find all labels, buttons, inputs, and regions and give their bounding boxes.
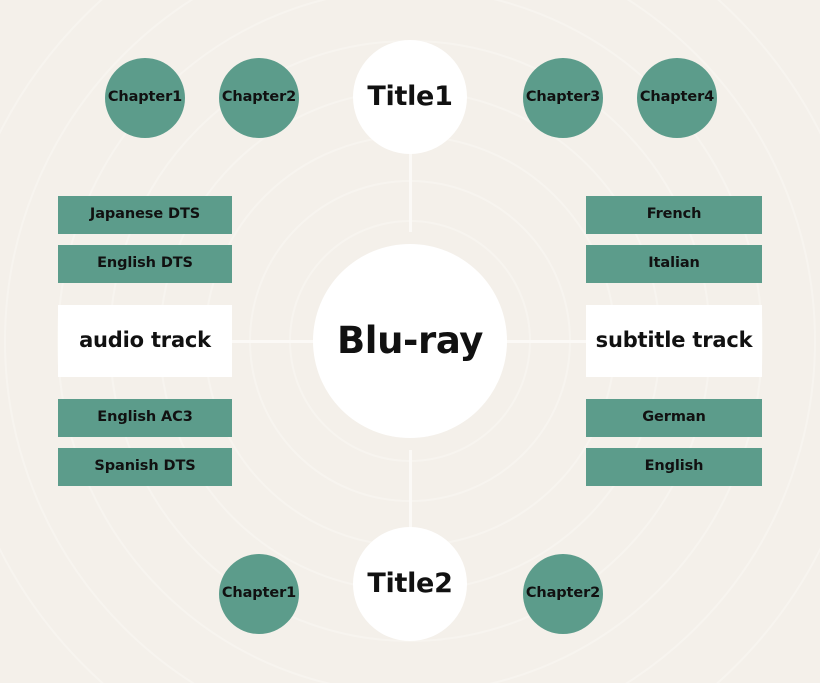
subtitle-track-item-french[interactable]: French — [586, 196, 762, 234]
connector-hub-title1 — [408, 150, 412, 232]
subtitle-track-item-english[interactable]: English — [586, 448, 762, 486]
connector-hub-audio-track — [228, 339, 318, 343]
title-node-label: Title1 — [367, 81, 453, 113]
chapter-node-label: Chapter4 — [639, 89, 715, 106]
subtitle-track-item-label: English — [644, 458, 704, 475]
title-node-title1[interactable]: Title1 — [353, 40, 467, 154]
audio-track-item-label: Japanese DTS — [89, 206, 201, 223]
subtitle-track-label: subtitle track — [595, 328, 753, 353]
chapter-node-title2-chapter1[interactable]: Chapter1 — [219, 554, 299, 634]
hub-node-bluray[interactable]: Blu-ray — [313, 244, 507, 438]
connector-hub-title2 — [408, 450, 412, 532]
chapter-node-title1-chapter2[interactable]: Chapter2 — [219, 58, 299, 138]
chapter-node-title1-chapter3[interactable]: Chapter3 — [523, 58, 603, 138]
connector-hub-subtitle-track — [502, 339, 592, 343]
audio-track-item-spanish-dts[interactable]: Spanish DTS — [58, 448, 232, 486]
audio-track-item-japanese-dts[interactable]: Japanese DTS — [58, 196, 232, 234]
audio-track-item-label: English DTS — [97, 255, 193, 272]
chapter-node-title2-chapter2[interactable]: Chapter2 — [523, 554, 603, 634]
audio-track-item-english-dts[interactable]: English DTS — [58, 245, 232, 283]
bluray-structure-diagram: Blu-ray Title1 Chapter1 Chapter2 Chapter… — [0, 0, 820, 683]
audio-track-label-box[interactable]: audio track — [58, 305, 232, 377]
audio-track-item-english-ac3[interactable]: English AC3 — [58, 399, 232, 437]
audio-track-label: audio track — [79, 328, 211, 353]
chapter-node-label: Chapter3 — [525, 89, 601, 106]
subtitle-track-item-label: French — [646, 206, 702, 223]
audio-track-item-label: English AC3 — [97, 409, 193, 426]
chapter-node-label: Chapter1 — [221, 585, 297, 602]
hub-label: Blu-ray — [337, 318, 483, 362]
audio-track-item-label: Spanish DTS — [94, 458, 196, 475]
chapter-node-label: Chapter2 — [525, 585, 601, 602]
subtitle-track-item-label: Italian — [648, 255, 700, 272]
subtitle-track-item-label: German — [642, 409, 706, 426]
chapter-node-title1-chapter1[interactable]: Chapter1 — [105, 58, 185, 138]
chapter-node-title1-chapter4[interactable]: Chapter4 — [637, 58, 717, 138]
title-node-title2[interactable]: Title2 — [353, 527, 467, 641]
subtitle-track-item-german[interactable]: German — [586, 399, 762, 437]
chapter-node-label: Chapter2 — [221, 89, 297, 106]
subtitle-track-item-italian[interactable]: Italian — [586, 245, 762, 283]
chapter-node-label: Chapter1 — [107, 89, 183, 106]
subtitle-track-label-box[interactable]: subtitle track — [586, 305, 762, 377]
title-node-label: Title2 — [367, 568, 453, 600]
